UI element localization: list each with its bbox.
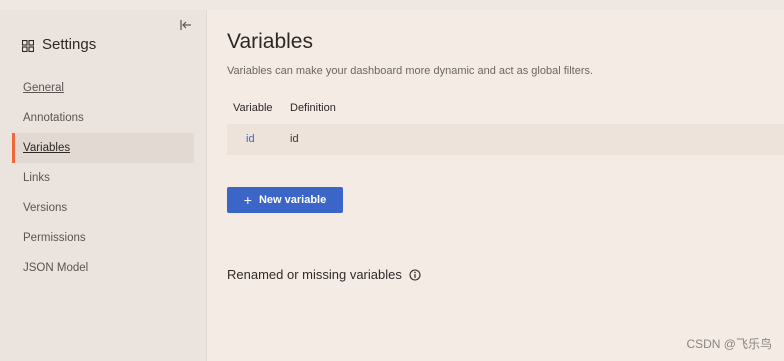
settings-nav: General Annotations Variables Links Vers… bbox=[12, 73, 194, 283]
missing-variables-heading: Renamed or missing variables bbox=[227, 267, 421, 282]
main-content: Variables Variables can make your dashbo… bbox=[207, 10, 784, 361]
sidebar-item-variables[interactable]: Variables bbox=[12, 133, 194, 163]
info-icon[interactable] bbox=[409, 268, 421, 281]
app-window: Settings General Annotations Variables L… bbox=[0, 0, 784, 361]
collapse-left-icon[interactable] bbox=[178, 17, 194, 33]
sidebar-item-label: Annotations bbox=[23, 112, 84, 124]
column-header-variable: Variable bbox=[233, 102, 273, 114]
sidebar-item-links[interactable]: Links bbox=[12, 163, 194, 193]
top-strip bbox=[0, 0, 784, 10]
page-title: Variables bbox=[227, 30, 313, 53]
plus-icon: + bbox=[243, 192, 252, 208]
column-header-definition: Definition bbox=[290, 102, 336, 114]
missing-variables-label: Renamed or missing variables bbox=[227, 267, 402, 282]
sidebar-item-label: General bbox=[23, 82, 64, 94]
settings-sidebar: Settings General Annotations Variables L… bbox=[0, 10, 206, 361]
variable-definition: id bbox=[290, 133, 299, 145]
variables-table-header: Variable Definition bbox=[227, 100, 784, 118]
sidebar-title: Settings bbox=[21, 36, 97, 53]
sidebar-item-versions[interactable]: Versions bbox=[12, 193, 194, 223]
sidebar-item-label: JSON Model bbox=[23, 262, 89, 274]
sidebar-item-label: Versions bbox=[23, 202, 68, 214]
grid-icon bbox=[21, 39, 35, 52]
watermark-text: CSDN @飞乐鸟 bbox=[686, 337, 772, 351]
sidebar-item-label: Variables bbox=[23, 142, 71, 154]
variable-name-link[interactable]: id bbox=[246, 133, 255, 145]
sidebar-item-permissions[interactable]: Permissions bbox=[12, 223, 194, 253]
sidebar-item-label: Links bbox=[23, 172, 50, 184]
table-row[interactable]: id id bbox=[227, 124, 784, 155]
sidebar-item-json-model[interactable]: JSON Model bbox=[12, 253, 194, 283]
sidebar-item-label: Permissions bbox=[23, 232, 86, 244]
new-variable-label: New variable bbox=[258, 194, 327, 206]
sidebar-title-label: Settings bbox=[42, 36, 97, 53]
sidebar-item-general[interactable]: General bbox=[12, 73, 194, 103]
new-variable-button[interactable]: + New variable bbox=[227, 187, 343, 213]
sidebar-item-annotations[interactable]: Annotations bbox=[12, 103, 194, 133]
page-subtitle: Variables can make your dashboard more d… bbox=[227, 65, 594, 77]
